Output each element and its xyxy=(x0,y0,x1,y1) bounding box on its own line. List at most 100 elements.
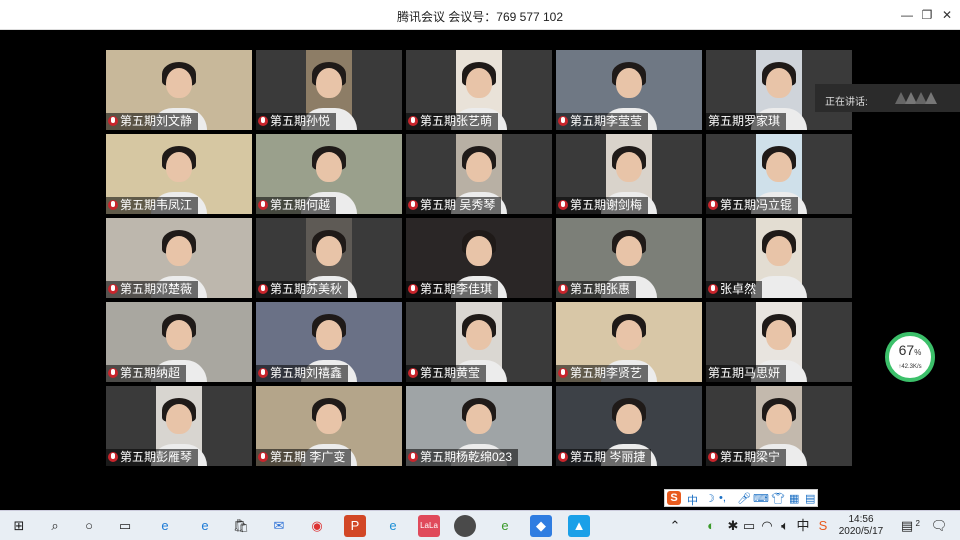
participant-nameplate: 第五期黄莹 xyxy=(406,365,487,382)
skin-icon[interactable]: 👕︎ xyxy=(771,492,785,505)
keyboard-icon[interactable]: ⌨ xyxy=(753,492,769,505)
mic-muted-icon xyxy=(408,284,418,294)
ime-lang-icon[interactable]: 中 xyxy=(792,515,814,537)
participant-nameplate: 第五期李莹莹 xyxy=(556,113,649,130)
chevron-up-icon[interactable]: ⌃ xyxy=(664,515,686,537)
mic-muted-icon xyxy=(258,368,268,378)
participant-name: 第五期邓楚薇 xyxy=(120,282,193,296)
participant-name: 第五期刘禧鑫 xyxy=(270,366,343,380)
punctuation-icon[interactable]: •, xyxy=(719,492,726,504)
participant-name: 第五期彭雁琴 xyxy=(120,450,193,464)
mic-muted-icon xyxy=(258,200,268,210)
participant-name: 第五期李莹莹 xyxy=(570,114,643,128)
participant-tile[interactable]: 第五期 吴秀琴 xyxy=(406,134,552,214)
mic-muted-icon xyxy=(108,284,118,294)
browser-icon[interactable]: e xyxy=(494,515,516,537)
tencent-meeting-active-icon[interactable]: ▲ xyxy=(568,515,590,537)
participant-nameplate: 第五期纳超 xyxy=(106,365,187,382)
participant-nameplate: 第五期彭雁琴 xyxy=(106,449,199,466)
network-speed-widget[interactable]: 67% ↑42.3K/s xyxy=(885,332,935,382)
participant-tile[interactable]: 第五期谢剑梅 xyxy=(556,134,702,214)
sogou-icon[interactable]: S xyxy=(667,491,681,505)
color-app-icon[interactable]: ◉ xyxy=(306,515,328,537)
menu-icon[interactable]: ▤ xyxy=(805,492,815,505)
participant-tile[interactable]: 第五期韦凤江 xyxy=(106,134,252,214)
ime-mode[interactable]: 中 xyxy=(687,492,698,508)
store-icon[interactable]: 🛍︎ xyxy=(230,515,252,537)
participant-tile[interactable]: 第五期彭雁琴 xyxy=(106,386,252,466)
participant-tile[interactable]: 第五期苏美秋 xyxy=(256,218,402,298)
participant-name: 第五期 吴秀琴 xyxy=(420,198,496,212)
participant-tile[interactable]: 第五期杨乾绵023 xyxy=(406,386,552,466)
toolbox-icon[interactable]: ▦ xyxy=(789,492,799,505)
windows-start-icon[interactable]: ⊞ xyxy=(8,515,30,537)
participant-name: 第五期李贤艺 xyxy=(570,366,643,380)
ie-icon-2[interactable]: e xyxy=(382,515,404,537)
participant-tile[interactable]: 第五期李莹莹 xyxy=(556,50,702,130)
participant-nameplate: 第五期张艺萌 xyxy=(406,113,499,130)
avatar-app-icon[interactable] xyxy=(454,515,476,537)
participant-tile[interactable]: 第五期邓楚薇 xyxy=(106,218,252,298)
ie-icon[interactable]: e xyxy=(154,515,176,537)
participant-tile[interactable]: 第五期黄莹 xyxy=(406,302,552,382)
edge-icon[interactable]: e xyxy=(194,515,216,537)
moon-icon[interactable]: ☽ xyxy=(705,492,715,505)
participant-nameplate: 第五期韦凤江 xyxy=(106,197,199,214)
notification-count: 2 xyxy=(915,519,920,528)
participant-tile[interactable]: 第五期张艺萌 xyxy=(406,50,552,130)
search-icon[interactable]: ⌕ xyxy=(44,515,66,537)
participant-name: 第五期张惠 xyxy=(570,282,631,296)
participant-tile[interactable]: 第五期孙悦 xyxy=(256,50,402,130)
microphone-icon[interactable]: 🎤︎ xyxy=(737,492,751,505)
clock[interactable]: 14:56 2020/5/17 xyxy=(836,514,886,538)
participant-nameplate: 第五期张惠 xyxy=(556,281,637,298)
mail-icon[interactable]: ✉ xyxy=(268,515,290,537)
minimize-icon[interactable]: — xyxy=(897,5,917,25)
participant-name: 第五期苏美秋 xyxy=(270,282,343,296)
participant-tile[interactable]: 第五期 李广变 xyxy=(256,386,402,466)
mic-muted-icon xyxy=(558,284,568,294)
participant-nameplate: 第五期罗家琪 xyxy=(706,113,787,130)
participant-nameplate: 第五期苏美秋 xyxy=(256,281,349,298)
mic-muted-icon xyxy=(108,116,118,126)
participant-nameplate: 第五期 吴秀琴 xyxy=(406,197,502,214)
notification-icon[interactable]: ▤ 2 xyxy=(896,515,920,537)
participant-tile[interactable]: 第五期马思妍 xyxy=(706,302,852,382)
participant-tile[interactable]: 第五期刘禧鑫 xyxy=(256,302,402,382)
mic-muted-icon xyxy=(108,200,118,210)
task-view-icon[interactable]: ▭ xyxy=(114,515,136,537)
participant-tile[interactable]: 第五期李佳琪 xyxy=(406,218,552,298)
participant-tile[interactable]: 第五期 岑丽捷 xyxy=(556,386,702,466)
participant-name: 第五期张艺萌 xyxy=(420,114,493,128)
participant-nameplate: 第五期孙悦 xyxy=(256,113,337,130)
participant-tile[interactable]: 第五期纳超 xyxy=(106,302,252,382)
lala-app-icon[interactable]: LaLa xyxy=(418,515,440,537)
participant-tile[interactable]: 第五期刘文静 xyxy=(106,50,252,130)
window-titlebar: 腾讯会议 会议号：769 577 102 — ❐ ✕ xyxy=(0,0,960,30)
participant-name: 第五期罗家琪 xyxy=(708,114,781,128)
window-title: 腾讯会议 会议号：769 577 102 xyxy=(396,10,564,24)
participant-tile[interactable]: 第五期李贤艺 xyxy=(556,302,702,382)
participant-tile[interactable]: 第五期梁宁 xyxy=(706,386,852,466)
mic-muted-icon xyxy=(108,368,118,378)
participant-nameplate: 第五期何越 xyxy=(256,197,337,214)
participant-nameplate: 第五期梁宁 xyxy=(706,449,787,466)
powerpoint-icon[interactable]: P xyxy=(344,515,366,537)
participant-tile[interactable]: 第五期张惠 xyxy=(556,218,702,298)
participant-tile[interactable]: 第五期何越 xyxy=(256,134,402,214)
mic-muted-icon xyxy=(708,284,718,294)
participant-name: 第五期杨乾绵023 xyxy=(420,450,513,464)
mic-muted-icon xyxy=(558,200,568,210)
sogou-tray-icon[interactable]: S xyxy=(812,515,834,537)
tencent-meeting-icon[interactable]: ◆ xyxy=(530,515,552,537)
participant-tile[interactable]: 第五期冯立锟 xyxy=(706,134,852,214)
action-center-icon[interactable]: 🗨︎ xyxy=(928,515,950,537)
network-upload-speed: ↑42.3K/s xyxy=(898,364,922,370)
participant-tile[interactable]: 张卓然 xyxy=(706,218,852,298)
tray-app-icon[interactable]: ◐ xyxy=(700,515,722,537)
restore-icon[interactable]: ❐ xyxy=(917,5,937,25)
close-icon[interactable]: ✕ xyxy=(937,5,957,25)
cortana-circle-icon[interactable]: ○ xyxy=(78,515,100,537)
mic-muted-icon xyxy=(258,452,268,462)
ime-toolbar[interactable]: S 中 ☽ •, 🎤︎ ⌨ 👕︎ ▦ ▤ xyxy=(664,489,818,507)
